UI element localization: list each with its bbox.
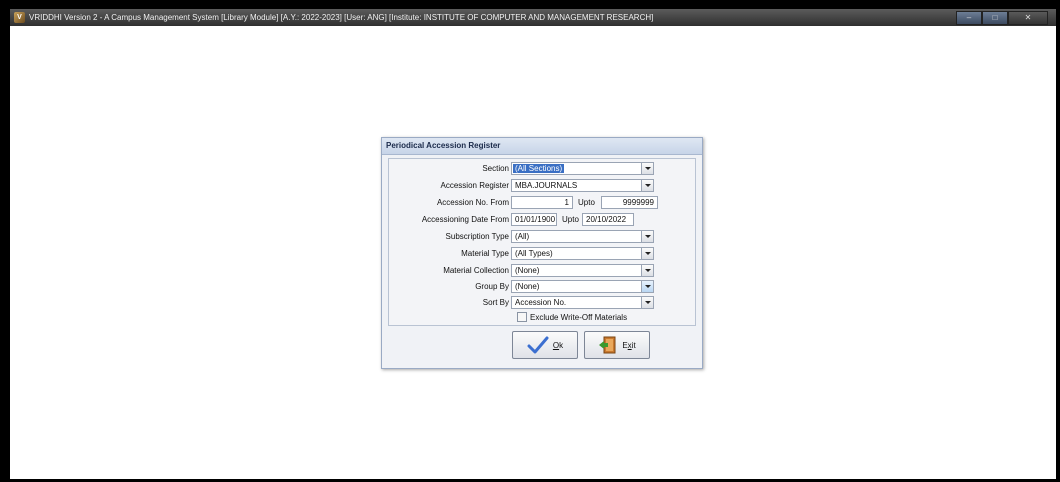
accession-register-combo[interactable]: MBA.JOURNALS <box>511 179 654 192</box>
ok-button[interactable]: Ok <box>512 331 578 359</box>
subscription-type-row: Subscription Type (All) <box>389 229 695 244</box>
material-type-value: (All Types) <box>515 249 553 258</box>
section-row: Section (All Sections) <box>389 161 695 176</box>
window-controls: – □ ✕ <box>956 11 1048 25</box>
vriddhi-app-icon: V <box>14 12 25 23</box>
sort-by-row: Sort By Accession No. <box>389 295 695 310</box>
material-type-label: Material Type <box>461 249 509 258</box>
exclude-write-off-checkbox[interactable] <box>517 312 527 322</box>
window-title: VRIDDHI Version 2 - A Campus Management … <box>29 13 654 22</box>
group-by-row: Group By (None) <box>389 279 695 294</box>
accession-no-row: Accession No. From 1 Upto 9999999 <box>389 195 695 210</box>
subscription-type-label: Subscription Type <box>445 232 509 241</box>
maximize-button[interactable]: □ <box>982 11 1008 25</box>
accession-no-upto-label: Upto <box>578 198 595 207</box>
app-window: V VRIDDHI Version 2 - A Campus Managemen… <box>10 9 1056 479</box>
form-panel: Section (All Sections) Accession Registe… <box>388 158 696 326</box>
sort-by-value: Accession No. <box>515 298 567 307</box>
material-collection-row: Material Collection (None) <box>389 263 695 278</box>
chevron-down-icon[interactable] <box>641 265 653 276</box>
ok-label-rest: k <box>559 340 564 350</box>
title-bar: V VRIDDHI Version 2 - A Campus Managemen… <box>10 9 1056 26</box>
periodical-accession-register-dialog: Periodical Accession Register Section (A… <box>381 137 703 369</box>
material-collection-label: Material Collection <box>443 266 509 275</box>
accession-register-label: Accession Register <box>440 181 509 190</box>
section-value: (All Sections) <box>513 164 565 173</box>
close-button[interactable]: ✕ <box>1008 11 1048 25</box>
exclude-write-off-label: Exclude Write-Off Materials <box>530 312 628 322</box>
exclude-write-off-option[interactable]: Exclude Write-Off Materials <box>517 311 627 323</box>
material-type-row: Material Type (All Types) <box>389 246 695 261</box>
material-collection-combo[interactable]: (None) <box>511 264 654 277</box>
checkmark-icon <box>527 336 549 354</box>
chevron-down-icon[interactable] <box>641 281 653 292</box>
accession-register-value: MBA.JOURNALS <box>515 181 578 190</box>
chevron-down-icon[interactable] <box>641 248 653 259</box>
material-type-combo[interactable]: (All Types) <box>511 247 654 260</box>
section-label: Section <box>482 164 509 173</box>
exit-button[interactable]: Ex it <box>584 331 650 359</box>
sort-by-label: Sort By <box>482 298 509 307</box>
group-by-label: Group By <box>475 282 509 291</box>
accession-no-from-field[interactable]: 1 <box>511 196 573 209</box>
sort-by-combo[interactable]: Accession No. <box>511 296 654 309</box>
minimize-button[interactable]: – <box>956 11 982 25</box>
accession-register-row: Accession Register MBA.JOURNALS <box>389 178 695 193</box>
chevron-down-icon[interactable] <box>641 163 653 174</box>
accession-date-label: Accessioning Date From <box>421 215 509 224</box>
chevron-down-icon[interactable] <box>641 180 653 191</box>
accession-no-upto-field[interactable]: 9999999 <box>601 196 658 209</box>
material-collection-value: (None) <box>515 266 540 275</box>
dialog-title: Periodical Accession Register <box>382 138 702 155</box>
group-by-combo[interactable]: (None) <box>511 280 654 293</box>
chevron-down-icon[interactable] <box>641 297 653 308</box>
accession-no-label: Accession No. From <box>436 198 509 207</box>
accession-date-upto-field[interactable]: 20/10/2022 <box>582 213 634 226</box>
subscription-type-value: (All) <box>515 232 530 241</box>
accession-date-from-field[interactable]: 01/01/1900 <box>511 213 557 226</box>
section-combo[interactable]: (All Sections) <box>511 162 654 175</box>
accession-date-upto-label: Upto <box>562 215 579 224</box>
exit-label-rest: it <box>631 340 636 350</box>
subscription-type-combo[interactable]: (All) <box>511 230 654 243</box>
chevron-down-icon[interactable] <box>641 231 653 242</box>
accession-date-row: Accessioning Date From 01/01/1900 Upto 2… <box>389 212 695 227</box>
group-by-value: (None) <box>515 282 540 291</box>
exit-door-icon <box>598 335 618 355</box>
